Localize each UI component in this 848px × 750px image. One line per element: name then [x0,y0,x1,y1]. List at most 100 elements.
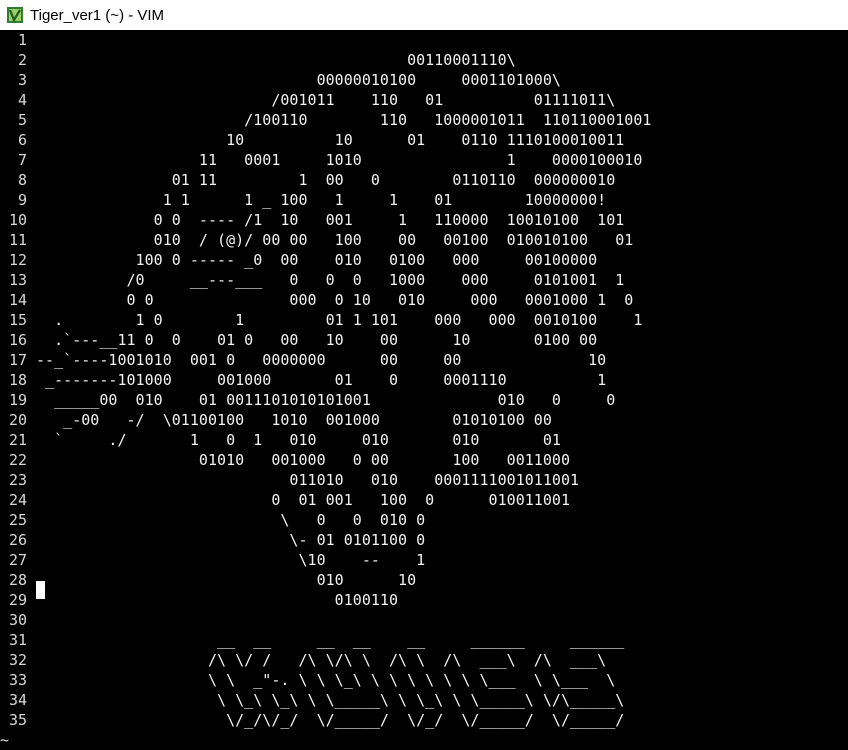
line-text: . 1 0 1 01 1 101 000 000 0010100 1 [36,311,643,329]
line-text: \/_/\/_/ \/_____/ \/_/ \/_____/ \/_____/ [36,711,625,729]
line-number: 34 [8,691,27,709]
line-number: 20 [8,411,27,429]
line-text: 11 0001 1010 1 0000100010 [36,151,643,169]
buffer-line[interactable]: 7 11 0001 1010 1 0000100010 [0,150,642,170]
line-number: 21 [8,431,27,449]
buffer-line[interactable]: 26 \- 01 0101100 0 [0,530,425,550]
line-number: 9 [17,191,27,209]
buffer-line[interactable]: 29 0100110 [0,590,398,610]
buffer-line[interactable]: 5 /100110 110 1000001011 110110001001 [0,110,651,130]
buffer-line[interactable]: 18 _-------101000 001000 01 0 0001110 1 [0,370,606,390]
line-text: \ \ _"-. \ \ \_\ \ \ \ \ \ \ \___ \ \___… [36,671,616,689]
line-text: /001011 110 01 01111011\ [36,91,616,109]
line-text: 0 0 000 0 10 010 000 0001000 1 0 [36,291,634,309]
buffer-line[interactable]: 8 01 11 1 00 0 0110110 000000010 [0,170,615,190]
window-titlebar[interactable]: Tiger_ver1 (~) - VIM [0,0,848,31]
line-text: _-00 -/ \01100100 1010 001000 01010100 0… [36,411,552,429]
line-number: 11 [8,231,27,249]
buffer-line[interactable]: 2 00110001110\ [0,50,516,70]
empty-line-tilde: ~ [0,731,10,749]
buffer-line[interactable]: 14 0 0 000 0 10 010 000 0001000 1 0 [0,290,633,310]
line-number: 1 [17,31,27,49]
line-text: 0100110 [36,591,399,609]
line-text: .`---__11 0 0 01 0 00 10 00 10 0100 00 [36,331,598,349]
line-text: /100110 110 1000001011 110110001001 [36,111,652,129]
buffer-line[interactable]: 10 0 0 ---- /1 10 001 1 110000 10010100 … [0,210,624,230]
line-number: 15 [8,311,27,329]
buffer-line[interactable]: 23 011010 010 0001111001011001 [0,470,579,490]
line-number: 30 [8,611,27,629]
vim-icon [6,6,24,24]
line-number: 18 [8,371,27,389]
line-text: /\ \/ / /\ \/\ \ /\ \ /\ ___\ /\ ___\ [36,651,607,669]
buffer-line[interactable]: 6 10 10 01 0110 1110100010011 [0,130,624,150]
line-number: 29 [8,591,27,609]
line-number: 2 [17,51,27,69]
line-number: 5 [17,111,27,129]
buffer-line[interactable]: 13 /0 __---___ 0 0 0 1000 000 0101001 1 [0,270,624,290]
line-text: 0 01 001 100 0 010011001 [36,491,570,509]
line-text: 0 0 ---- /1 10 001 1 110000 10010100 101 [36,211,625,229]
line-text: --_`----1001010 001 0 0000000 00 00 10 [36,351,607,369]
buffer-line[interactable]: 35 \/_/\/_/ \/_____/ \/_/ \/_____/ \/___… [0,710,624,730]
buffer-line[interactable]: 24 0 01 001 100 0 010011001 [0,490,570,510]
line-number: 17 [8,351,27,369]
line-text: \- 01 0101100 0 [36,531,426,549]
buffer-line[interactable]: 1 [0,30,36,50]
buffer-line[interactable]: 17 --_`----1001010 001 0 0000000 00 00 10 [0,350,606,370]
buffer-line[interactable]: 4 /001011 110 01 01111011\ [0,90,615,110]
buffer-line[interactable]: 20 _-00 -/ \01100100 1010 001000 0101010… [0,410,552,430]
line-number: 24 [8,491,27,509]
buffer-line[interactable]: 34 \ \_\ \_\ \ \_____\ \ \_\ \ \_____\ \… [0,690,624,710]
line-number: 33 [8,671,27,689]
buffer-line[interactable]: 3 00000010100 0001101000\ [0,70,561,90]
line-text: \ 0 0 010 0 [36,511,426,529]
line-text: 1 1 1 _ 100 1 1 01 10000000! [36,191,607,209]
line-text: ` ./ 1 0 1 010 010 010 01 [36,431,561,449]
line-number: 28 [8,571,27,589]
buffer-line[interactable]: 22 01010 001000 0 00 100 0011000 [0,450,570,470]
buffer-line[interactable]: 28 010 10 [0,570,416,590]
buffer-line[interactable]: 19 _____00 010 01 0011101010101001 010 0… [0,390,615,410]
line-number: 16 [8,331,27,349]
line-text: __ __ __ __ __ ______ ______ [36,631,625,649]
line-number: 35 [8,711,27,729]
line-number: 22 [8,451,27,469]
line-number: 26 [8,531,27,549]
line-text: 00000010100 0001101000\ [36,71,561,89]
line-text: \ \_\ \_\ \ \_____\ \ \_\ \ \_____\ \/\_… [36,691,625,709]
buffer-line[interactable]: 16 .`---__11 0 0 01 0 00 10 00 10 0100 0… [0,330,597,350]
line-number: 8 [17,171,27,189]
line-number: 23 [8,471,27,489]
buffer-line[interactable]: 12 100 0 ----- _0 00 010 0100 000 001000… [0,250,597,270]
buffer-line[interactable]: 11 010 / (@)/ 00 00 100 00 00100 0100101… [0,230,633,250]
line-text: 01 11 1 00 0 0110110 000000010 [36,171,616,189]
line-number: 12 [8,251,27,269]
buffer-line[interactable]: 9 1 1 1 _ 100 1 1 01 10000000! [0,190,606,210]
buffer-line[interactable]: 30 [0,610,36,630]
line-text: 010 10 [36,571,417,589]
line-text: 011010 010 0001111001011001 [36,471,580,489]
line-text: 010 / (@)/ 00 00 100 00 00100 010010100 … [36,231,634,249]
buffer-line[interactable]: 31 __ __ __ __ __ ______ ______ [0,630,624,650]
line-number: 4 [17,91,27,109]
line-number: 7 [17,151,27,169]
buffer-line[interactable]: 32 /\ \/ / /\ \/\ \ /\ \ /\ ___\ /\ ___\ [0,650,606,670]
line-text: /0 __---___ 0 0 0 1000 000 0101001 1 [36,271,625,289]
editor-text-area[interactable]: 12 00110001110\ 3 00000010100 0001101000\… [0,30,848,749]
line-number: 32 [8,651,27,669]
buffer-line[interactable]: 27 \10 -- 1 [0,550,425,570]
buffer-line[interactable]: 15 . 1 0 1 01 1 101 000 000 0010100 1 [0,310,642,330]
line-number: 19 [8,391,27,409]
line-text: _____00 010 01 0011101010101001 010 0 0 [36,391,616,409]
line-number: 3 [17,71,27,89]
line-number: 10 [8,211,27,229]
text-cursor [36,581,45,599]
line-text: 00110001110\ [36,51,516,69]
line-text: 100 0 ----- _0 00 010 0100 000 00100000 [36,251,598,269]
line-text: 10 10 01 0110 1110100010011 [36,131,625,149]
buffer-line[interactable]: 33 \ \ _"-. \ \ \_\ \ \ \ \ \ \ \___ \ \… [0,670,615,690]
buffer-line[interactable]: 21 ` ./ 1 0 1 010 010 010 01 [0,430,561,450]
buffer-line[interactable]: 25 \ 0 0 010 0 [0,510,425,530]
line-number: 6 [17,131,27,149]
